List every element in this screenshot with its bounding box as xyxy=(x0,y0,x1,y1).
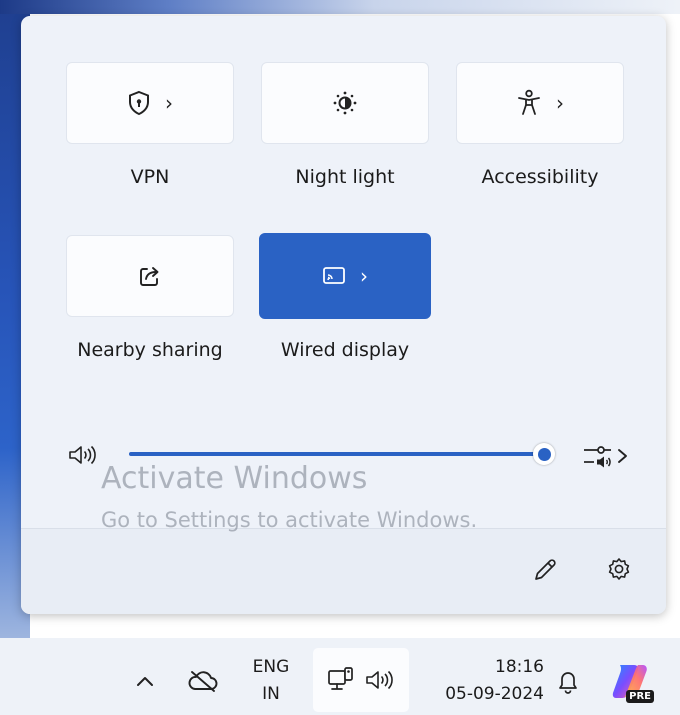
system-tray-network-volume[interactable] xyxy=(313,648,409,712)
language-indicator[interactable]: ENG IN xyxy=(245,652,297,710)
clock-time: 18:16 xyxy=(495,657,544,677)
cast-icon xyxy=(322,266,346,286)
accessibility-tile[interactable]: › xyxy=(456,62,624,144)
volume-slider-thumb[interactable] xyxy=(533,443,555,465)
keyboard-region: IN xyxy=(262,684,280,704)
vpn-tile[interactable]: › xyxy=(66,62,234,144)
wired-display-tile[interactable]: › xyxy=(259,233,431,319)
nearby-sharing-label: Nearby sharing xyxy=(77,339,223,361)
copilot-preview-badge: PRE xyxy=(626,690,654,703)
bell-icon xyxy=(556,668,580,694)
activate-windows-subtitle: Go to Settings to activate Windows. xyxy=(101,508,478,532)
gear-icon[interactable] xyxy=(605,556,633,584)
clock[interactable]: 18:16 05-09-2024 xyxy=(422,652,544,710)
night-light-tile[interactable] xyxy=(261,62,429,144)
network-wired-icon xyxy=(326,667,354,693)
chevron-right-icon[interactable]: › xyxy=(360,264,368,288)
clock-date: 05-09-2024 xyxy=(445,684,544,704)
wired-display-label: Wired display xyxy=(280,339,410,361)
sun-icon xyxy=(332,90,358,116)
language-code: ENG xyxy=(252,657,290,677)
shield-lock-icon xyxy=(127,90,151,116)
nearby-sharing-tile[interactable] xyxy=(66,235,234,317)
volume-slider-track[interactable] xyxy=(129,452,543,456)
panel-footer xyxy=(21,528,666,614)
activate-windows-title: Activate Windows xyxy=(101,461,368,496)
copilot-button[interactable]: PRE xyxy=(604,656,656,706)
cloud-offline-icon xyxy=(186,669,220,693)
night-light-label: Night light xyxy=(295,166,395,188)
notifications-button[interactable] xyxy=(552,664,584,698)
chevron-right-icon[interactable]: › xyxy=(165,91,173,115)
onedrive-status-button[interactable] xyxy=(183,664,223,698)
speaker-icon[interactable] xyxy=(67,444,99,466)
show-hidden-icons-button[interactable] xyxy=(130,664,160,698)
volume-icon xyxy=(364,669,396,691)
audio-mixer-icon[interactable] xyxy=(581,442,631,470)
vpn-label: VPN xyxy=(130,166,170,188)
chevron-right-icon[interactable]: › xyxy=(556,91,564,115)
pencil-icon[interactable] xyxy=(531,556,559,584)
share-icon xyxy=(138,264,162,288)
accessibility-label: Accessibility xyxy=(481,166,599,188)
copilot-icon: PRE xyxy=(608,659,654,703)
wallpaper-edge-top xyxy=(0,0,680,14)
chevron-up-icon xyxy=(135,674,155,688)
accessibility-icon xyxy=(516,89,542,117)
